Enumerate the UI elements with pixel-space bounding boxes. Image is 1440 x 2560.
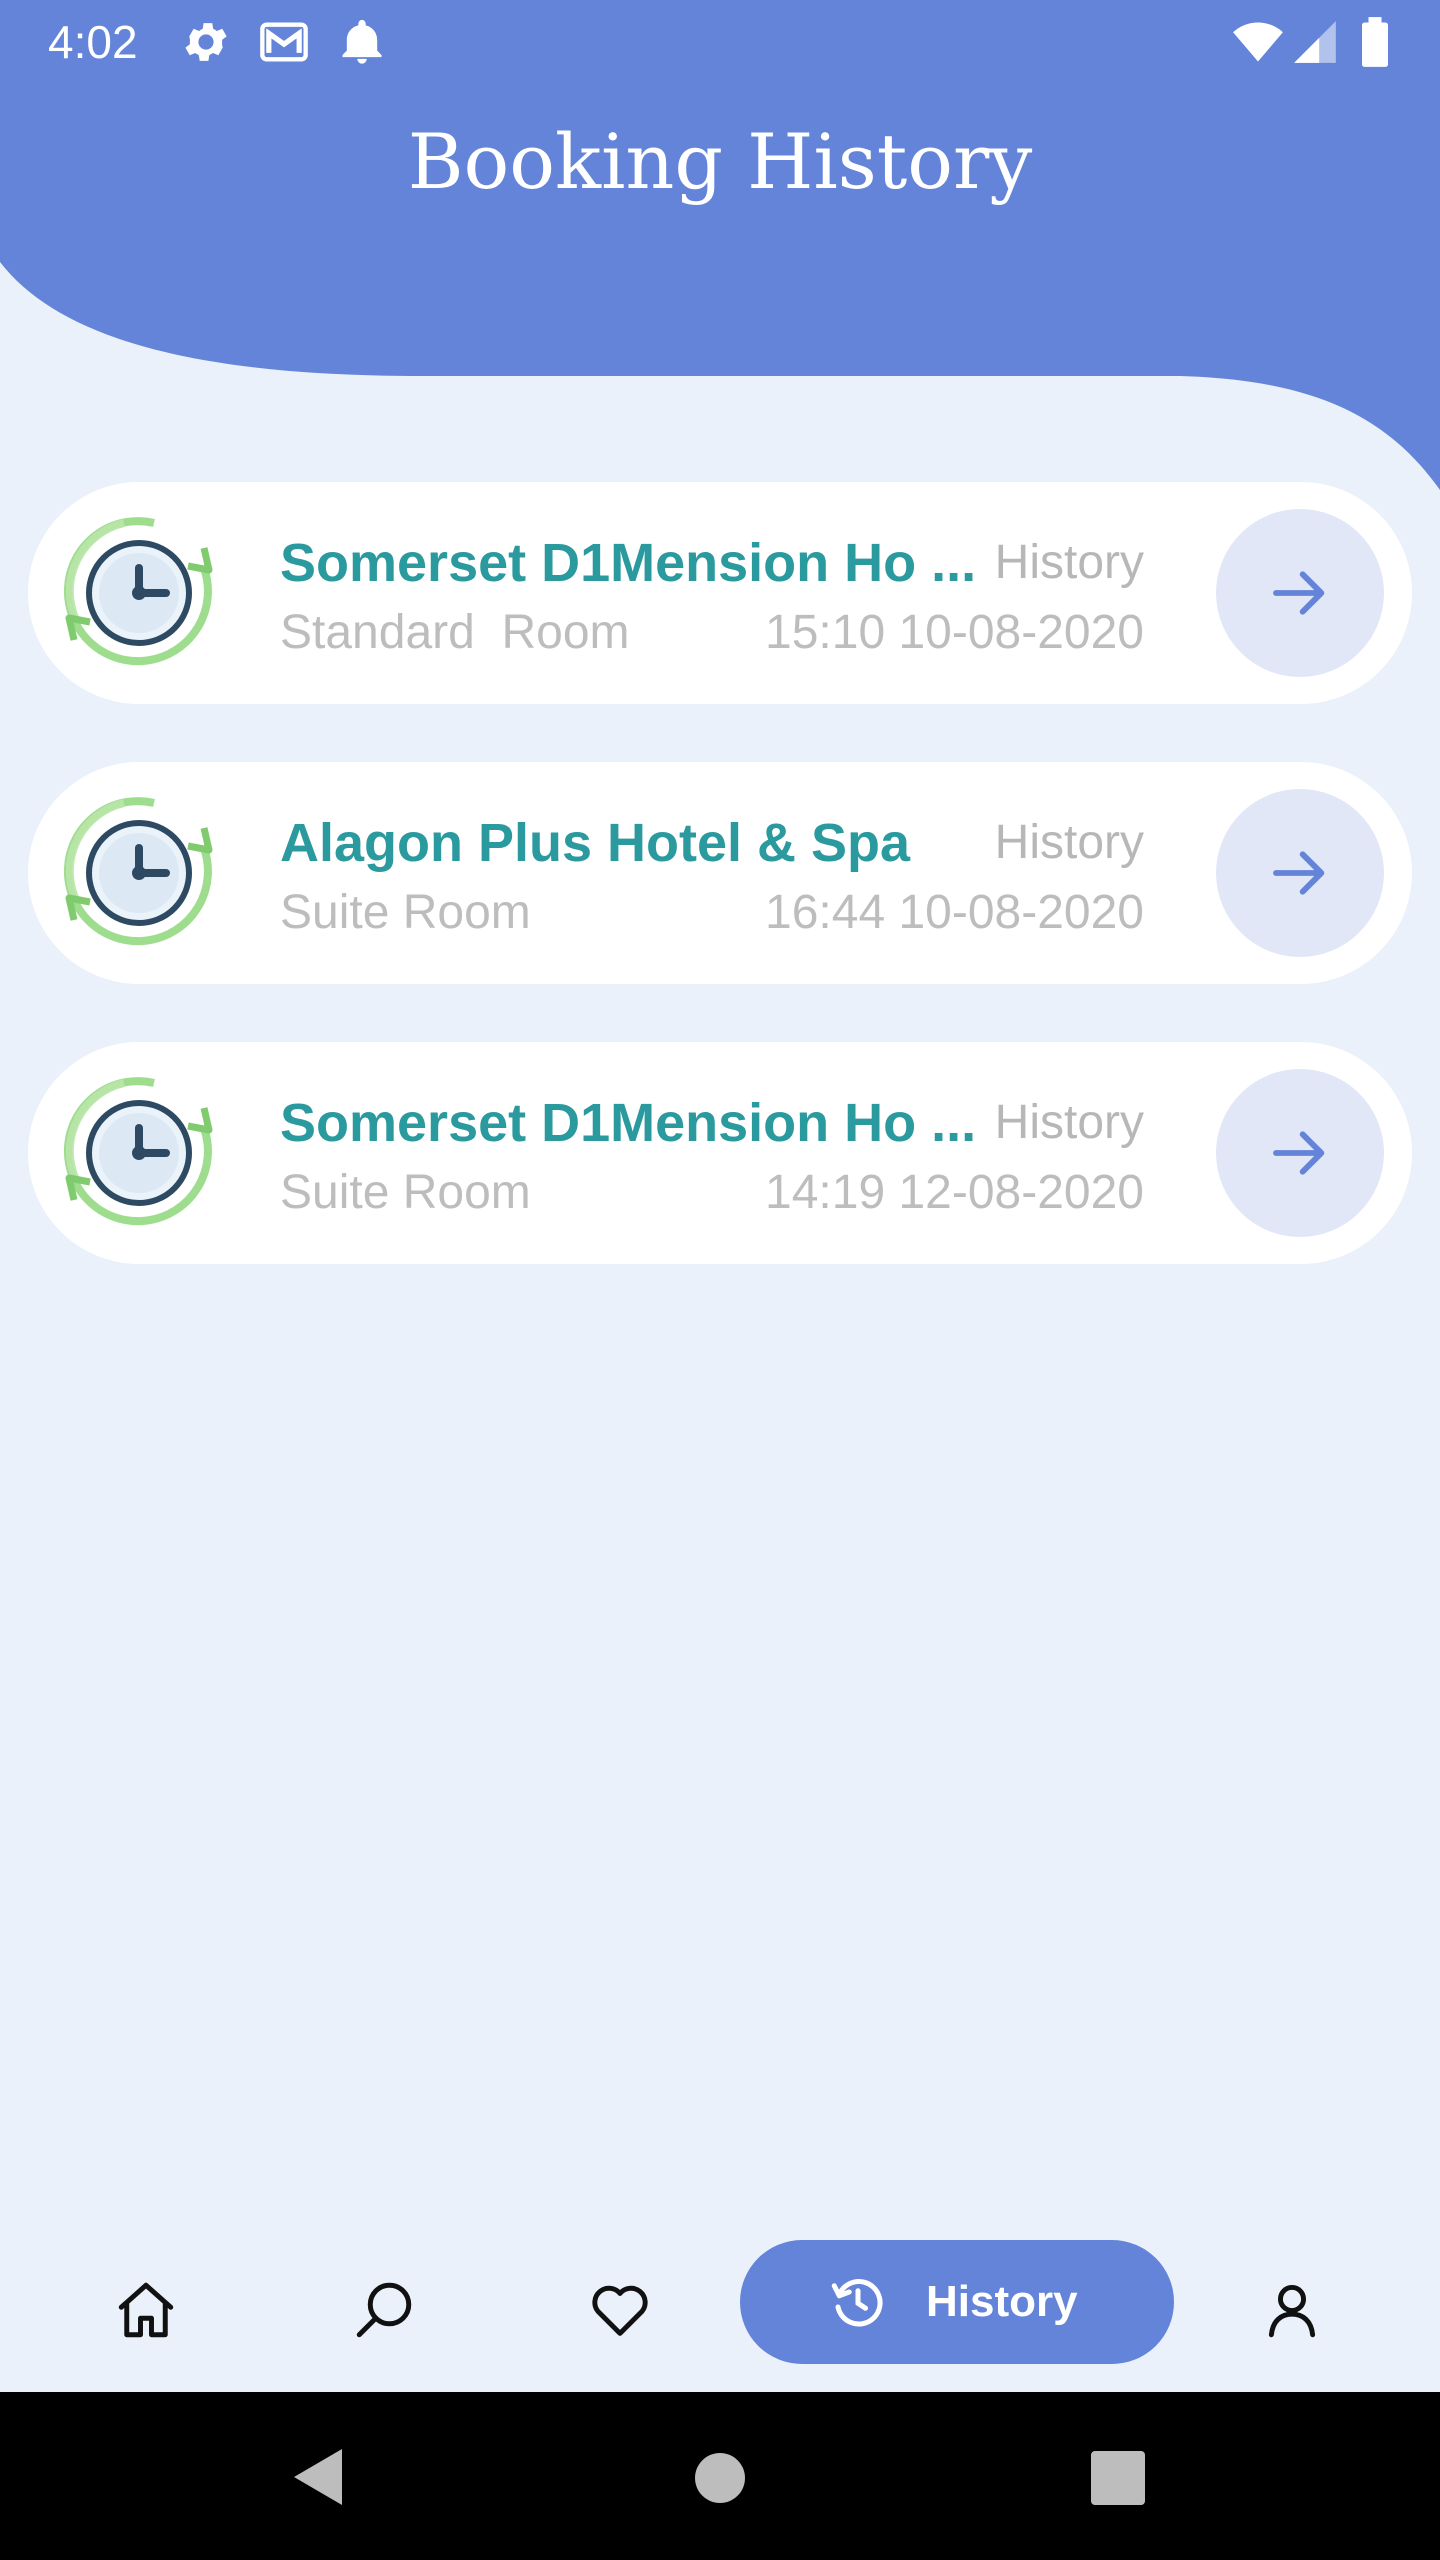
nav-history-label: History [926, 2277, 1078, 2326]
hotel-name: Somerset D1Mension Ho ... [280, 533, 977, 593]
notification-bell-icon [342, 19, 382, 64]
booking-status: History [994, 536, 1144, 589]
wifi-icon [1233, 22, 1283, 62]
nav-favorites[interactable] [580, 2270, 660, 2350]
settings-icon [185, 23, 227, 61]
history-clock-icon [63, 1077, 213, 1226]
history-icon [831, 2279, 883, 2327]
nav-home[interactable] [106, 2270, 186, 2350]
nav-history-active[interactable]: History [740, 2240, 1174, 2364]
open-booking-button[interactable] [1216, 1069, 1384, 1237]
arrow-right-icon [1273, 571, 1325, 615]
booking-status: History [994, 1096, 1144, 1149]
arrow-right-icon [1273, 851, 1325, 895]
bottom-navigation: History [0, 2210, 1440, 2390]
status-time: 4:02 [48, 16, 138, 68]
search-icon [356, 2282, 412, 2338]
hotel-name: Somerset D1Mension Ho ... [280, 1093, 977, 1153]
signal-icon [1294, 21, 1336, 63]
booking-history-screen: 4:02 Booking History Somerset D1Mension … [0, 0, 1440, 2560]
booking-datetime: 14:19 12-08-2020 [765, 1166, 1144, 1219]
arrow-right-icon [1273, 1131, 1325, 1175]
booking-card[interactable]: Somerset D1Mension Ho ... History Standa… [28, 482, 1412, 704]
heart-icon [592, 2285, 648, 2336]
back-icon[interactable] [290, 2446, 346, 2508]
room-type: Suite Room [280, 886, 531, 939]
history-clock-icon [63, 517, 213, 666]
open-booking-button[interactable] [1216, 789, 1384, 957]
booking-status: History [994, 816, 1144, 869]
status-bar: 4:02 [0, 0, 1440, 84]
room-type: Standard Room [280, 606, 630, 659]
battery-icon [1362, 17, 1388, 67]
page-title: Booking History [407, 117, 1033, 206]
gmail-icon [260, 22, 308, 62]
booking-datetime: 15:10 10-08-2020 [765, 606, 1144, 659]
booking-datetime: 16:44 10-08-2020 [765, 886, 1144, 939]
home-icon [118, 2282, 174, 2338]
nav-profile[interactable] [1252, 2270, 1332, 2350]
open-booking-button[interactable] [1216, 509, 1384, 677]
nav-search[interactable] [344, 2270, 424, 2350]
history-clock-icon [63, 797, 213, 946]
room-type: Suite Room [280, 1166, 531, 1219]
recents-icon[interactable] [1090, 2450, 1146, 2506]
hotel-name: Alagon Plus Hotel & Spa [280, 813, 911, 873]
profile-icon [1268, 2284, 1316, 2338]
system-navigation-bar [0, 2392, 1440, 2560]
booking-card[interactable]: Somerset D1Mension Ho ... History Suite … [28, 1042, 1412, 1264]
home-circle-icon[interactable] [694, 2452, 746, 2504]
booking-card[interactable]: Alagon Plus Hotel & Spa History Suite Ro… [28, 762, 1412, 984]
